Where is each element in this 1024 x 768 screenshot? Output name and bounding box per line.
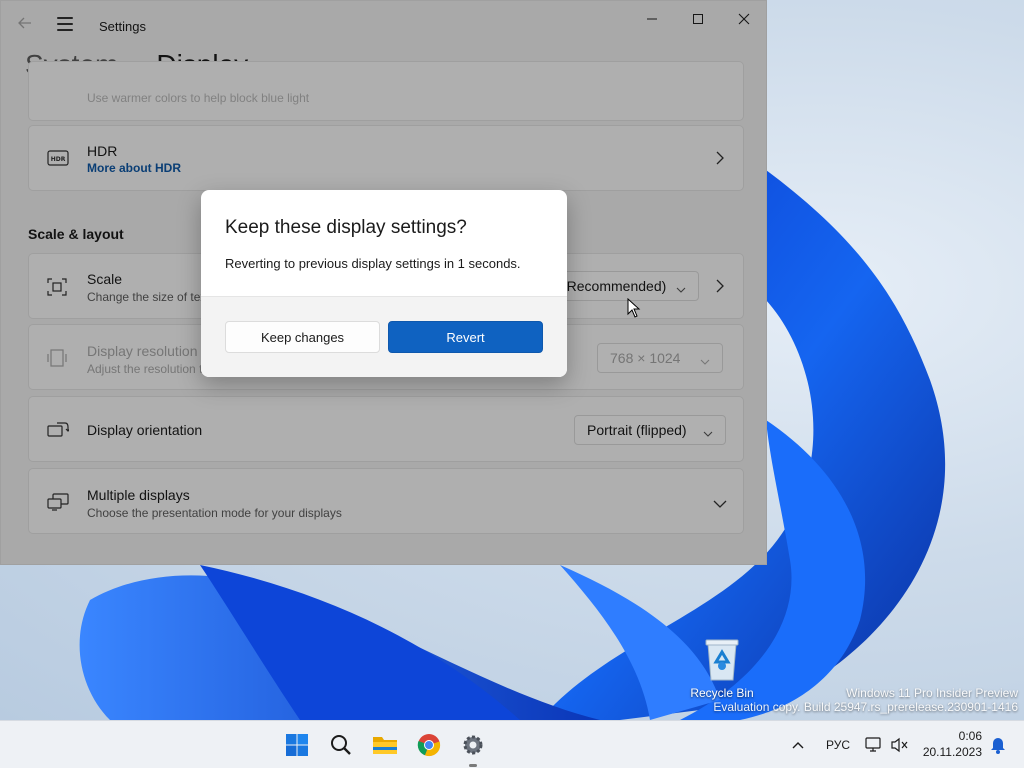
search-icon[interactable] [327, 731, 355, 759]
windows-start-icon[interactable] [283, 731, 311, 759]
notification-bell-icon[interactable] [986, 731, 1010, 759]
network-icon[interactable] [862, 731, 886, 759]
chrome-icon[interactable] [415, 731, 443, 759]
build-watermark: Windows 11 Pro Insider Preview Evaluatio… [713, 686, 1018, 714]
recycle-bin-icon [702, 636, 742, 682]
watermark-line-2: Evaluation copy. Build 25947.rs_prerelea… [713, 700, 1018, 714]
chevron-up-icon[interactable] [785, 731, 811, 759]
revert-button[interactable]: Revert [388, 321, 543, 353]
clock-time: 0:06 [958, 729, 982, 743]
settings-icon[interactable] [459, 731, 487, 767]
mouse-cursor-icon [627, 297, 641, 323]
clock-date: 20.11.2023 [922, 745, 982, 759]
volume-muted-icon[interactable] [888, 731, 912, 759]
dialog-message: Reverting to previous display settings i… [225, 256, 521, 271]
taskbar-clock[interactable]: 0:06 20.11.2023 [916, 728, 982, 760]
taskbar: РУС [0, 720, 1024, 768]
dialog-footer: Keep changes Revert [201, 296, 567, 377]
keep-settings-dialog: Keep these display settings? Reverting t… [201, 190, 567, 377]
keep-changes-button[interactable]: Keep changes [225, 321, 380, 353]
dialog-title: Keep these display settings? [225, 217, 467, 238]
watermark-line-1: Windows 11 Pro Insider Preview [846, 686, 1018, 700]
file-explorer-icon[interactable] [371, 731, 399, 759]
language-indicator[interactable]: РУС [826, 738, 850, 752]
